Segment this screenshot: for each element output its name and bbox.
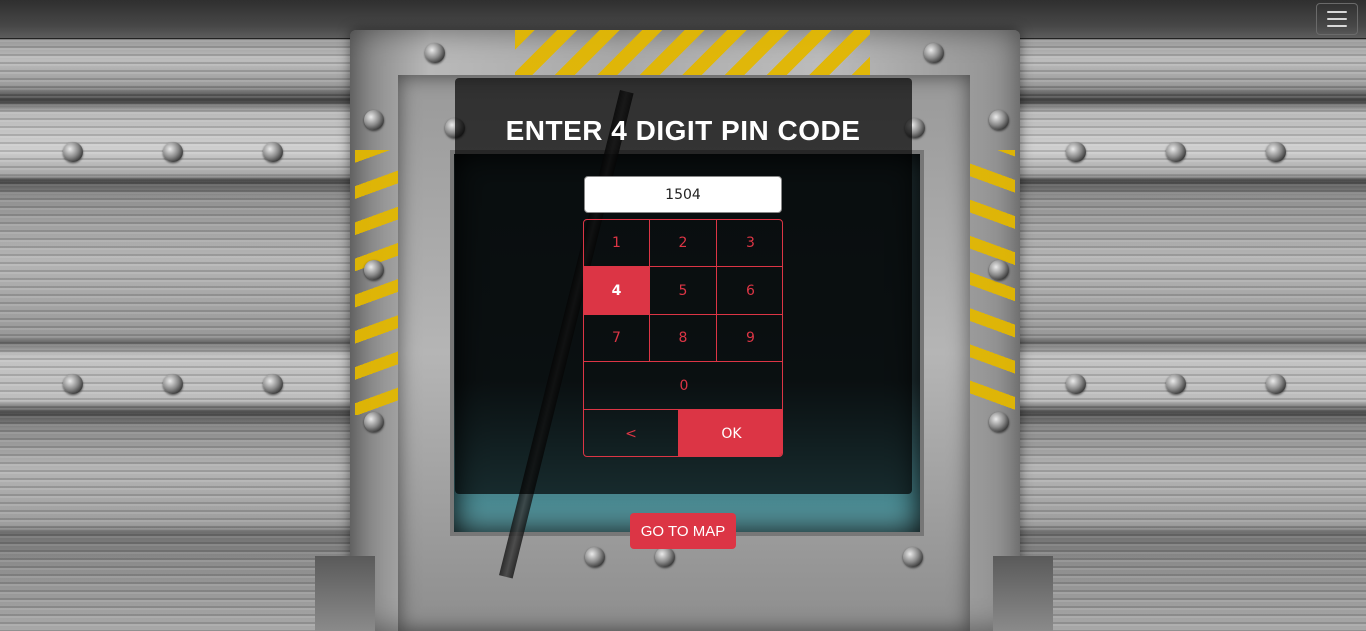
key-2[interactable]: 2: [650, 220, 717, 267]
key-5[interactable]: 5: [650, 267, 717, 315]
hamburger-menu-icon: [1327, 11, 1347, 13]
key-9[interactable]: 9: [717, 315, 782, 362]
bolt: [989, 412, 1009, 432]
bolt: [1066, 374, 1086, 394]
key-3[interactable]: 3: [717, 220, 782, 267]
floor-step-left: [315, 556, 375, 631]
keypad: 1 2 3 4 5 6 7 8 9 0 < OK: [583, 219, 783, 457]
hamburger-menu-button[interactable]: [1316, 3, 1358, 35]
key-6[interactable]: 6: [717, 267, 782, 315]
bolt: [903, 547, 923, 567]
bolt: [1266, 374, 1286, 394]
right-steel-wall: [966, 0, 1366, 631]
bolt: [655, 547, 675, 567]
hamburger-menu-icon: [1327, 18, 1347, 20]
go-to-map-button[interactable]: GO TO MAP: [630, 513, 736, 549]
bolt: [585, 547, 605, 567]
hazard-stripes-left: [355, 150, 400, 415]
key-8[interactable]: 8: [650, 315, 717, 362]
bolt: [63, 374, 83, 394]
floor-step-right: [993, 556, 1053, 631]
key-4[interactable]: 4: [584, 267, 650, 315]
bolt: [364, 412, 384, 432]
bolt: [364, 260, 384, 280]
key-1[interactable]: 1: [584, 220, 650, 267]
bolt: [989, 260, 1009, 280]
left-steel-wall: [0, 0, 400, 631]
hazard-stripes-top: [515, 30, 870, 76]
bolt: [163, 374, 183, 394]
hamburger-menu-icon: [1327, 25, 1347, 27]
bolt: [924, 43, 944, 63]
pin-dialog-title: ENTER 4 DIGIT PIN CODE: [505, 115, 861, 146]
backspace-key[interactable]: <: [584, 410, 679, 456]
bolt: [425, 43, 445, 63]
bolt: [263, 374, 283, 394]
key-0[interactable]: 0: [584, 362, 782, 410]
pin-input[interactable]: [584, 176, 782, 213]
bolt: [1166, 374, 1186, 394]
key-7[interactable]: 7: [584, 315, 650, 362]
ok-button[interactable]: OK: [679, 410, 782, 456]
